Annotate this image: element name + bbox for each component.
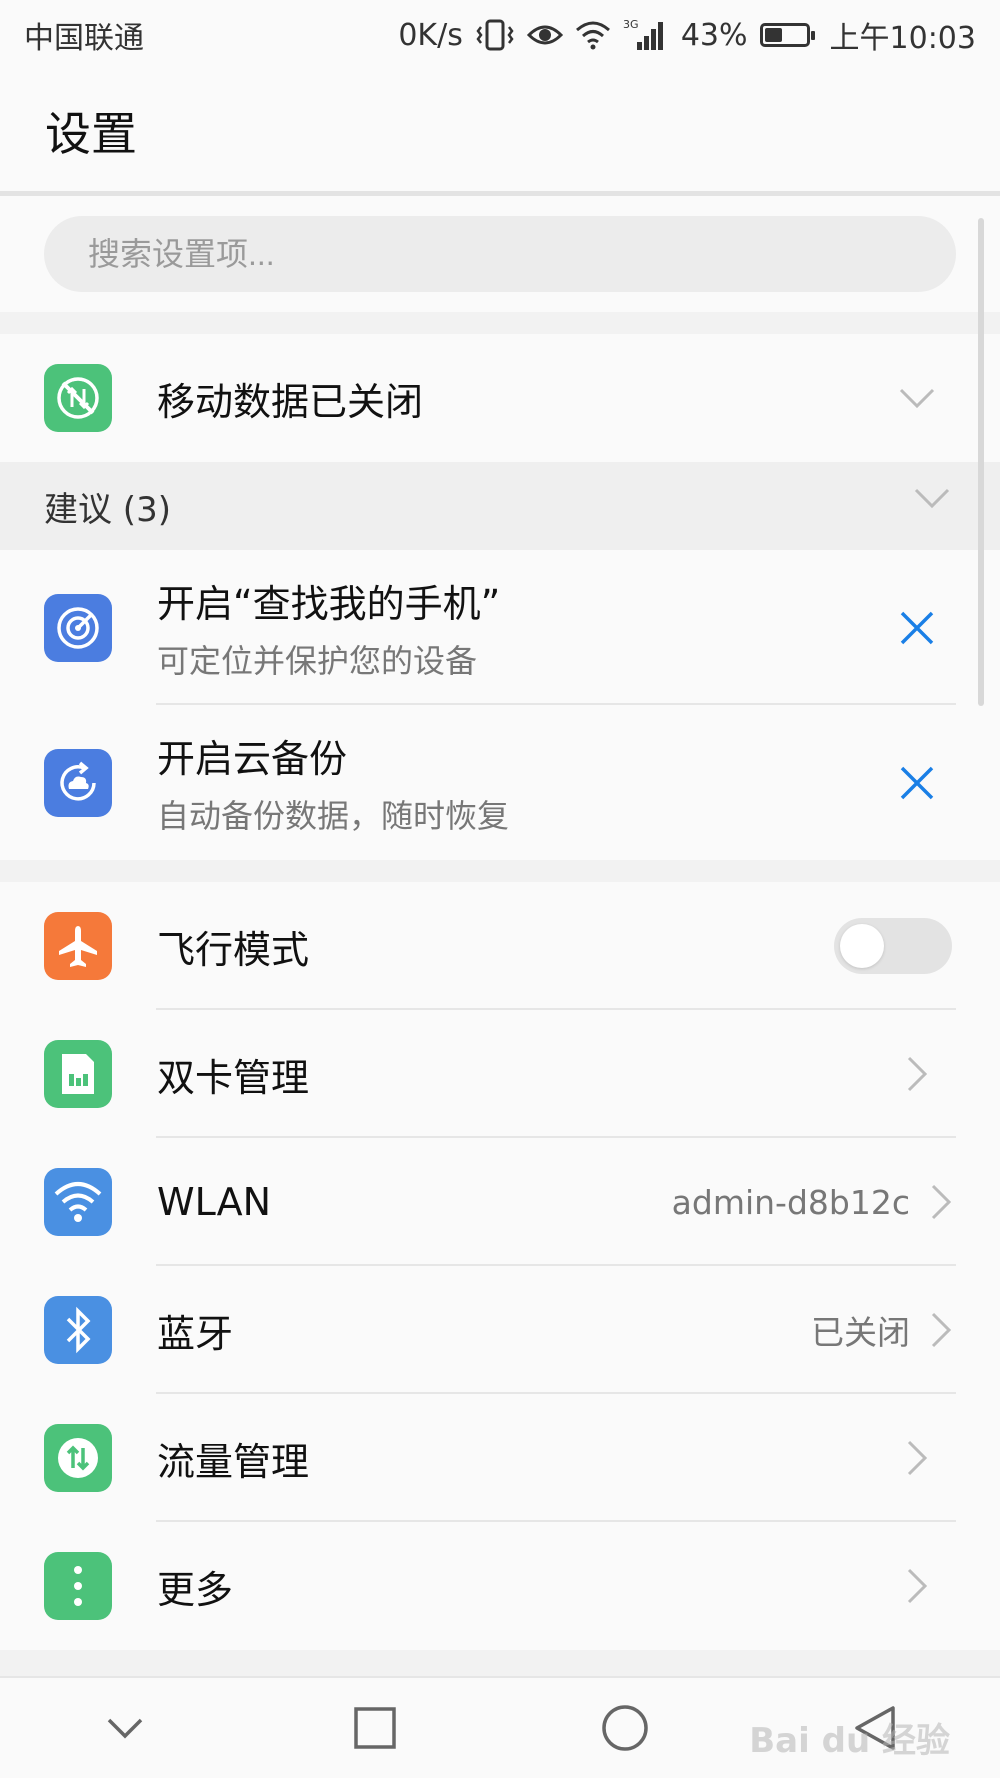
- settings-item-more[interactable]: 更多: [0, 1522, 1000, 1650]
- mobile-data-row[interactable]: 移动数据已关闭: [0, 334, 1000, 462]
- carrier-name: 中国联通: [24, 21, 144, 56]
- mobile-data-card: 移动数据已关闭: [0, 334, 1000, 462]
- signal-icon: 3G: [623, 18, 669, 52]
- scrollbar[interactable]: [978, 218, 984, 706]
- chevron-right-icon: [882, 1567, 952, 1605]
- settings-item-dual-sim[interactable]: 双卡管理: [0, 1010, 1000, 1138]
- chevron-right-icon: [930, 1183, 952, 1221]
- cloud-backup-icon: [44, 748, 112, 817]
- main-settings-card: 飞行模式 双卡管理 WLAN admin-d8b12c 蓝牙 已关闭 流量管理 …: [0, 882, 1000, 1650]
- chevron-right-icon: [882, 1055, 952, 1093]
- settings-item-label: 更多: [157, 1567, 234, 1612]
- wifi-icon: [575, 20, 611, 50]
- battery-icon: [759, 23, 815, 47]
- sim-card-icon: [44, 1040, 112, 1108]
- suggestion-cloud-backup[interactable]: 开启云备份 自动备份数据，随时恢复: [0, 705, 1000, 860]
- recents-square-icon[interactable]: [330, 1683, 420, 1773]
- data-usage-icon: [44, 1424, 112, 1492]
- suggestion-subtitle: 自动备份数据，随时恢复: [157, 797, 510, 835]
- chevron-down-icon[interactable]: [882, 386, 952, 410]
- suggestion-subtitle: 可定位并保护您的设备: [157, 642, 478, 680]
- battery-percent: 43%: [680, 17, 748, 53]
- vibrate-icon: [475, 18, 515, 52]
- airplane-mode-toggle[interactable]: [834, 918, 952, 974]
- suggestions-title: 建议 (3): [44, 489, 171, 530]
- suggestion-find-phone[interactable]: 开启“查找我的手机” 可定位并保护您的设备: [0, 550, 1000, 705]
- baidu-watermark: Bai du 经验: [749, 1721, 950, 1761]
- chevron-down-icon: [912, 486, 952, 514]
- suggestions-card: 开启“查找我的手机” 可定位并保护您的设备 开启云备份 自动备份数据，随时恢复: [0, 550, 1000, 860]
- suggestion-title: 开启云备份: [157, 737, 348, 781]
- mobile-data-off-icon: [44, 364, 112, 432]
- home-circle-icon[interactable]: [580, 1683, 670, 1773]
- close-icon[interactable]: [882, 610, 952, 646]
- svg-text:3G: 3G: [623, 18, 639, 31]
- settings-item-bluetooth[interactable]: 蓝牙 已关闭: [0, 1266, 1000, 1394]
- radar-icon: [44, 593, 112, 662]
- status-bar: 中国联通 0K/s 3G 43% 上午10:03: [0, 0, 1000, 70]
- close-icon[interactable]: [882, 765, 952, 801]
- settings-item-label: 流量管理: [157, 1439, 310, 1484]
- chevron-right-icon: [882, 1439, 952, 1477]
- settings-item-label: 飞行模式: [157, 927, 310, 972]
- search-input[interactable]: [44, 216, 956, 292]
- suggestions-header[interactable]: 建议 (3): [0, 462, 1000, 550]
- bluetooth-status: 已关闭: [811, 1313, 910, 1352]
- settings-item-data-usage[interactable]: 流量管理: [0, 1394, 1000, 1522]
- suggestion-title: 开启“查找我的手机”: [157, 582, 501, 626]
- wlan-network-name: admin-d8b12c: [671, 1182, 910, 1222]
- settings-item-label: 蓝牙: [157, 1311, 234, 1356]
- hide-nav-chevron-icon[interactable]: [80, 1683, 170, 1773]
- page-title: 设置: [45, 106, 137, 161]
- wifi-icon: [44, 1168, 112, 1236]
- more-icon: [44, 1552, 112, 1620]
- settings-item-label: 双卡管理: [157, 1055, 310, 1100]
- settings-item-airplane-mode[interactable]: 飞行模式: [0, 882, 1000, 1010]
- settings-item-wlan[interactable]: WLAN admin-d8b12c: [0, 1138, 1000, 1266]
- airplane-icon: [44, 912, 112, 980]
- eye-icon: [526, 21, 563, 49]
- search-container: [0, 196, 1000, 312]
- chevron-right-icon: [930, 1311, 952, 1349]
- clock: 上午10:03: [829, 21, 976, 56]
- app-bar: 设置: [0, 70, 1000, 196]
- settings-item-label: WLAN: [157, 1180, 272, 1224]
- settings-list[interactable]: 移动数据已关闭 建议 (3) 开启“查找我的手机” 可定位并保护您的设备: [0, 196, 1000, 1676]
- bluetooth-icon: [44, 1296, 112, 1364]
- mobile-data-label: 移动数据已关闭: [157, 379, 424, 424]
- network-speed: 0K/s: [398, 17, 463, 53]
